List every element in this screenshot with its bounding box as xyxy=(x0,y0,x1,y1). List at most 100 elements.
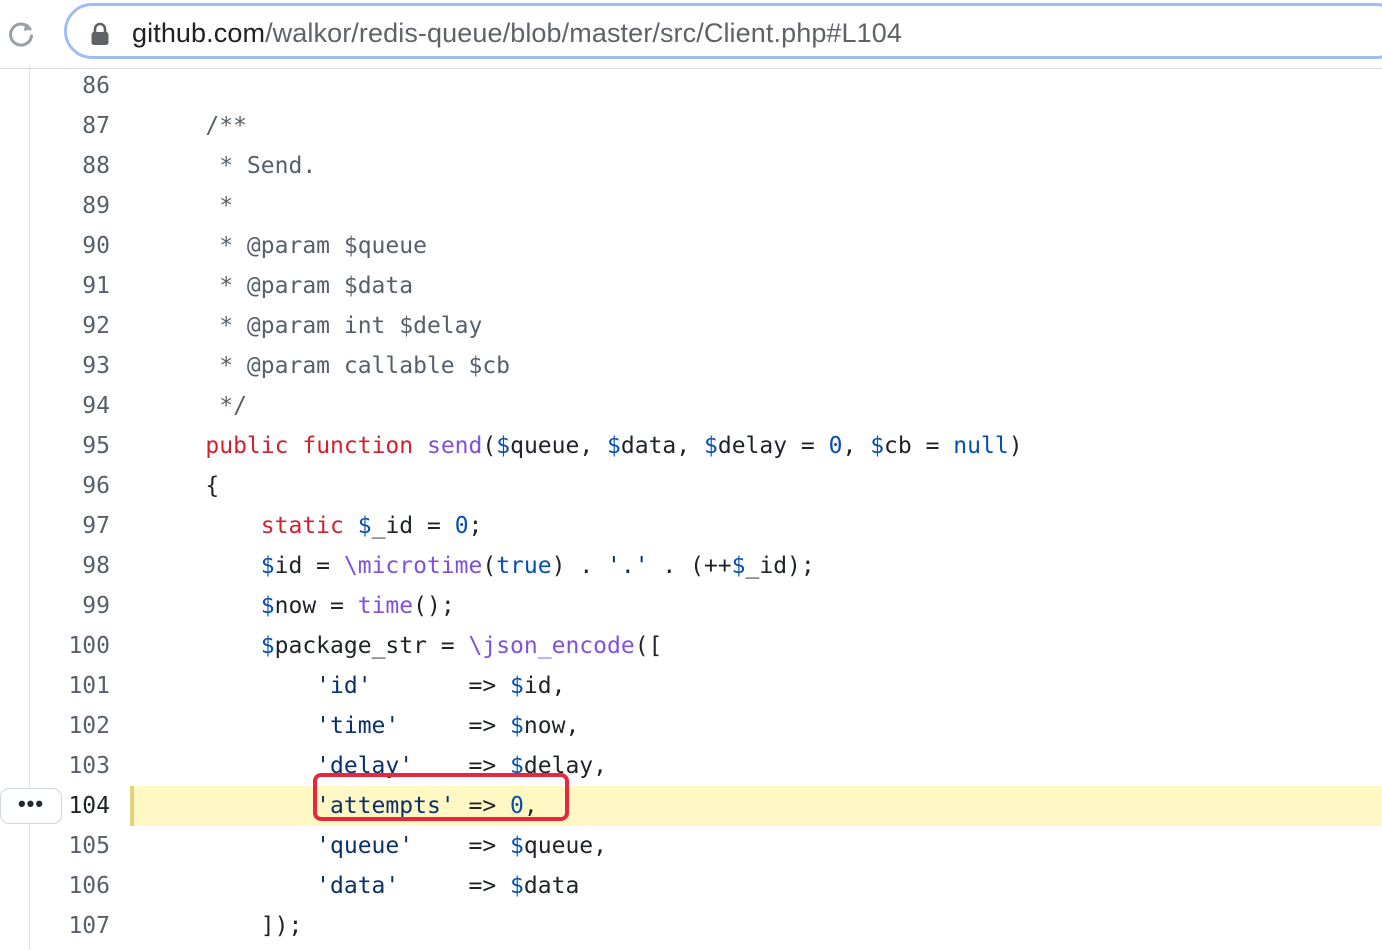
line-source: 'data' => $data xyxy=(150,866,579,906)
code-token: \microtime xyxy=(343,553,483,579)
code-token: => xyxy=(371,673,511,699)
line-number[interactable]: 103 xyxy=(30,746,110,786)
code-token: * @param callable $cb xyxy=(150,353,511,379)
code-line: 95 public function send($queue, $data, $… xyxy=(0,426,1382,466)
line-number[interactable]: 90 xyxy=(30,226,110,266)
line-number[interactable]: 106 xyxy=(30,866,110,906)
code-token: static xyxy=(260,513,344,539)
code-token: true xyxy=(496,553,552,579)
code-token: 0 xyxy=(828,433,843,459)
line-number[interactable]: 97 xyxy=(30,506,110,546)
code-line: 92 * @param int $delay xyxy=(0,306,1382,346)
code-line: 106 'data' => $data xyxy=(0,866,1382,906)
line-source: $now = time(); xyxy=(150,586,455,626)
code-token: $ xyxy=(870,433,885,459)
line-number[interactable]: 89 xyxy=(30,186,110,226)
code-token: ) xyxy=(1008,433,1023,459)
code-token: $ xyxy=(260,553,275,579)
reload-icon[interactable] xyxy=(6,19,36,49)
line-source: * Send. xyxy=(150,146,316,186)
code-line: 96 { xyxy=(0,466,1382,506)
line-source: */ xyxy=(150,386,247,426)
code-line: 97 static $_id = 0; xyxy=(0,506,1382,546)
code-token: ) . xyxy=(551,553,608,579)
url-text[interactable]: github.com/walkor/redis-queue/blob/maste… xyxy=(132,15,902,51)
code-token: function xyxy=(302,433,414,459)
line-number[interactable]: 91 xyxy=(30,266,110,306)
code-token: cb = xyxy=(884,433,954,459)
line-number[interactable]: 87 xyxy=(30,106,110,146)
line-source: * xyxy=(150,186,233,226)
code-token: _id = xyxy=(371,513,455,539)
code-token: => xyxy=(399,873,511,899)
line-number[interactable]: 102 xyxy=(30,706,110,746)
code-token: queue, xyxy=(523,833,607,859)
code-token: . (++ xyxy=(648,553,732,579)
line-number[interactable]: 107 xyxy=(30,906,110,946)
url-path: /walkor/redis-queue/blob/master/src/Clie… xyxy=(265,18,903,48)
code-token: * @param int $delay xyxy=(150,313,483,339)
line-number[interactable]: 99 xyxy=(30,586,110,626)
code-token: * @param $queue xyxy=(150,233,427,259)
line-source: * @param int $delay xyxy=(150,306,482,346)
code-token: $ xyxy=(731,553,746,579)
line-source: { xyxy=(150,466,219,506)
code-token: { xyxy=(150,473,220,499)
line-number[interactable]: 96 xyxy=(30,466,110,506)
line-number[interactable]: 101 xyxy=(30,666,110,706)
code-token: => xyxy=(413,833,511,859)
code-line: 103 'delay' => $delay, xyxy=(0,746,1382,786)
line-number[interactable]: 86 xyxy=(30,66,110,106)
code-token: 'data' xyxy=(316,873,400,899)
code-token: */ xyxy=(150,393,247,419)
code-token: ([ xyxy=(634,633,663,659)
line-number[interactable]: 95 xyxy=(30,426,110,466)
code-token: time xyxy=(357,593,414,619)
code-token: , xyxy=(842,433,871,459)
code-token: send xyxy=(426,433,483,459)
code-line: 94 */ xyxy=(0,386,1382,426)
code-token: id, xyxy=(523,673,566,699)
code-token: ( xyxy=(482,553,497,579)
code-token: now = xyxy=(274,593,358,619)
line-number[interactable]: 93 xyxy=(30,346,110,386)
line-number[interactable]: 104 xyxy=(30,786,110,826)
code-token: \json_encode xyxy=(468,633,635,659)
code-token: $ xyxy=(703,433,718,459)
line-number[interactable]: 100 xyxy=(30,626,110,666)
code-token: $ xyxy=(260,633,275,659)
code-line: 105 'queue' => $queue, xyxy=(0,826,1382,866)
line-number[interactable]: 98 xyxy=(30,546,110,586)
lock-icon[interactable] xyxy=(90,22,110,46)
line-number[interactable]: 92 xyxy=(30,306,110,346)
code-line: 88 * Send. xyxy=(0,146,1382,186)
line-source: 'time' => $now, xyxy=(150,706,579,746)
line-number[interactable]: 105 xyxy=(30,826,110,866)
code-line: 101 'id' => $id, xyxy=(0,666,1382,706)
code-token: data, xyxy=(620,433,704,459)
code-token: _id); xyxy=(745,553,815,579)
code-line: 102 'time' => $now, xyxy=(0,706,1382,746)
code-line: 100 $package_str = \json_encode([ xyxy=(0,626,1382,666)
code-token: id = xyxy=(274,553,344,579)
code-token: $ xyxy=(260,593,275,619)
code-token: '.' xyxy=(607,553,649,579)
code-token: $ xyxy=(510,873,524,899)
code-token: ]); xyxy=(150,913,303,939)
code-token: => xyxy=(399,713,511,739)
line-number[interactable]: 88 xyxy=(30,146,110,186)
code-token: (); xyxy=(413,593,455,619)
code-token: $ xyxy=(357,513,372,539)
line-number[interactable]: 94 xyxy=(30,386,110,426)
code-line: 98 $id = \microtime(true) . '.' . (++$_i… xyxy=(0,546,1382,586)
